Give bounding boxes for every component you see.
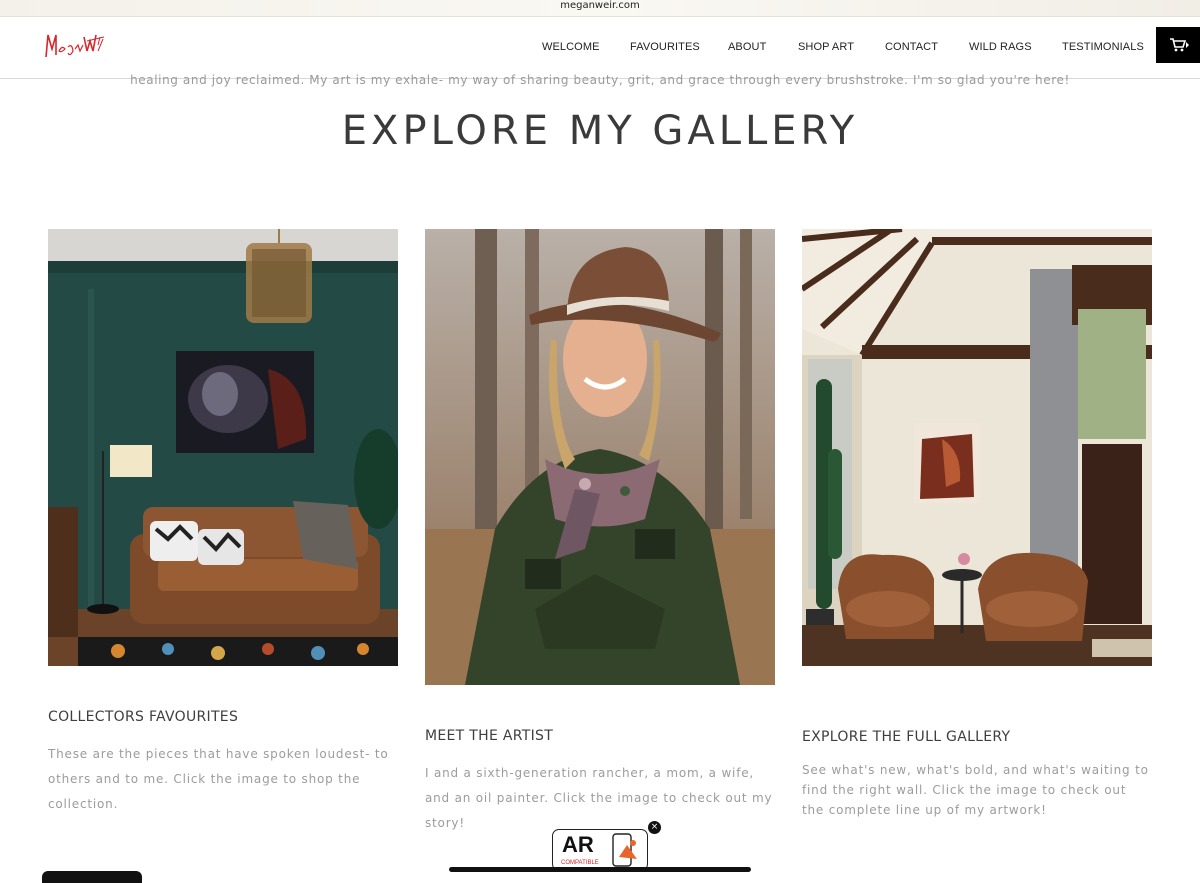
cart-icon: [1170, 38, 1189, 52]
explore-full-gallery-image[interactable]: [802, 229, 1152, 666]
collectors-favourites-heading[interactable]: COLLECTORS FAVOURITES: [48, 709, 238, 725]
ar-compatible-badge[interactable]: AR COMPATIBLE: [552, 829, 648, 871]
chat-widget-tab[interactable]: [42, 871, 142, 883]
explore-full-gallery-heading[interactable]: EXPLORE THE FULL GALLERY: [802, 729, 1010, 745]
meet-the-artist-image[interactable]: [425, 229, 775, 685]
nav-testimonials[interactable]: TESTIMONIALS: [1062, 41, 1144, 53]
meet-the-artist-text: I and a sixth-generation rancher, a mom,…: [425, 766, 773, 830]
nav-favourites[interactable]: FAVOURITES: [630, 41, 700, 53]
nav-wild-rags[interactable]: WILD RAGS: [969, 41, 1032, 53]
site-header: WELCOME FAVOURITES ABOUT SHOP ART CONTAC…: [0, 17, 1200, 79]
collectors-favourites-image[interactable]: [48, 229, 398, 666]
nav-contact[interactable]: CONTACT: [885, 41, 938, 53]
gallery-title: EXPLORE MY GALLERY: [341, 108, 859, 154]
meet-the-artist-heading[interactable]: MEET THE ARTIST: [425, 728, 553, 744]
collectors-favourites-text: These are the pieces that have spoken lo…: [48, 747, 389, 811]
url-text: meganweir.com: [560, 0, 640, 11]
ar-label: AR: [562, 832, 594, 857]
nav-about[interactable]: ABOUT: [728, 41, 766, 53]
nav-shop-art[interactable]: SHOP ART: [798, 41, 854, 53]
brand-logo[interactable]: [42, 27, 106, 67]
nav-welcome[interactable]: WELCOME: [542, 41, 600, 53]
intro-text: healing and joy reclaimed. My art is my …: [130, 73, 1070, 87]
ar-close-button[interactable]: ×: [648, 821, 661, 834]
explore-full-gallery-text: See what's new, what's bold, and what's …: [802, 763, 1149, 817]
cart-button[interactable]: [1156, 27, 1200, 63]
phone-picture-icon: [612, 833, 637, 867]
ar-sub-label: COMPATIBLE: [561, 860, 599, 866]
home-indicator: [449, 867, 751, 872]
browser-url-bar[interactable]: meganweir.com: [0, 0, 1200, 17]
